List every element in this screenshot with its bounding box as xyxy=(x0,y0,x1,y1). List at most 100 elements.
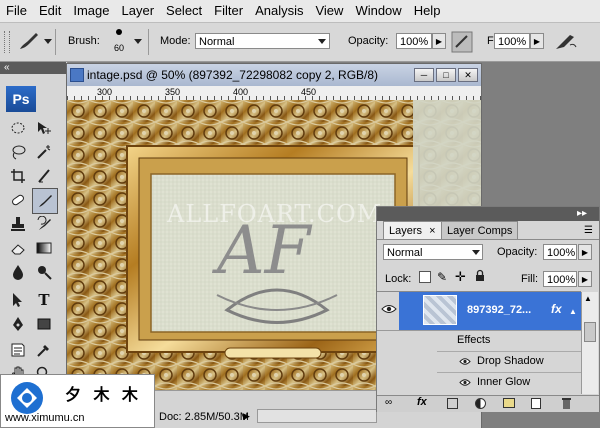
magic-wand-tool-icon[interactable] xyxy=(34,142,54,162)
lasso-tool-icon[interactable] xyxy=(8,142,28,162)
dodge-tool-icon[interactable] xyxy=(34,262,54,282)
brush-picker-dropdown-icon[interactable] xyxy=(134,39,142,44)
mode-value: Normal xyxy=(199,36,235,48)
opacity-input[interactable]: 100% xyxy=(396,33,432,49)
collapse-icon[interactable]: « xyxy=(4,62,10,73)
menu-file[interactable]: File xyxy=(0,0,33,22)
effect-item[interactable]: Inner Glow xyxy=(437,373,581,393)
flow-input[interactable]: 100% xyxy=(494,33,530,49)
menu-image[interactable]: Image xyxy=(67,0,115,22)
history-brush-tool-icon[interactable] xyxy=(34,214,54,234)
photoshop-logo[interactable]: Ps xyxy=(6,86,36,112)
brush-tool-icon[interactable] xyxy=(32,188,58,214)
scroll-up-icon[interactable]: ▲ xyxy=(584,294,592,303)
brush-tip-icon[interactable] xyxy=(116,29,122,35)
brush-preset-icon[interactable] xyxy=(16,29,42,53)
lock-pixels-icon[interactable]: ✎ xyxy=(437,270,447,284)
menu-window[interactable]: Window xyxy=(349,0,407,22)
menu-layer[interactable]: Layer xyxy=(116,0,161,22)
healing-brush-tool-icon[interactable] xyxy=(8,190,28,210)
options-grip[interactable] xyxy=(4,31,10,53)
layers-bottom-toolbar: ∞ fx xyxy=(377,395,599,412)
effect-drop-shadow[interactable]: Drop Shadow xyxy=(477,355,544,367)
effect-inner-glow[interactable]: Inner Glow xyxy=(477,376,530,388)
link-layers-icon[interactable]: ∞ xyxy=(385,397,392,408)
scrollbar-thumb[interactable] xyxy=(584,322,596,342)
minimize-button[interactable]: ─ xyxy=(414,68,434,82)
menu-filter[interactable]: Filter xyxy=(208,0,249,22)
effects-collapse-icon[interactable]: ▲ xyxy=(569,307,577,316)
menu-help[interactable]: Help xyxy=(408,0,447,22)
add-layer-style-icon[interactable]: fx xyxy=(417,396,427,408)
delete-layer-icon[interactable] xyxy=(561,397,572,413)
ps-logo-text: Ps xyxy=(12,91,30,107)
menu-view[interactable]: View xyxy=(309,0,349,22)
menu-bar: File Edit Image Layer Select Filter Anal… xyxy=(0,0,600,23)
adjustment-layer-icon[interactable] xyxy=(475,398,486,409)
tab-close-icon[interactable]: × xyxy=(429,225,435,237)
layer-opacity-input[interactable]: 100% xyxy=(543,244,577,260)
mode-label: Mode: xyxy=(160,35,191,47)
tab-layer-comps[interactable]: Layer Comps xyxy=(441,221,519,239)
layers-scrollbar[interactable]: ▲ xyxy=(581,292,598,394)
selected-layer-highlight[interactable]: 897392_72... fx ▲ xyxy=(399,292,581,330)
lock-all-icon[interactable] xyxy=(475,269,485,285)
lock-transparency-icon[interactable] xyxy=(419,271,431,283)
tablet-pressure-icon[interactable] xyxy=(449,29,475,55)
horizontal-ruler[interactable]: 300 350 400 450 xyxy=(67,86,481,101)
horizontal-scrollbar[interactable] xyxy=(257,409,377,423)
tools-collapse-bar[interactable]: « xyxy=(0,62,66,74)
notes-tool-icon[interactable] xyxy=(8,340,28,360)
new-group-icon[interactable] xyxy=(503,398,515,408)
brand-url[interactable]: www.ximumu.cn xyxy=(5,412,84,424)
fill-input[interactable]: 100% xyxy=(543,271,577,287)
gradient-tool-icon[interactable] xyxy=(34,238,54,258)
path-selection-tool-icon[interactable] xyxy=(8,290,28,310)
fill-slider-button[interactable]: ▶ xyxy=(578,271,592,287)
move-tool-icon[interactable] xyxy=(34,118,54,138)
layer-row[interactable]: 897392_72... fx ▲ xyxy=(377,292,581,330)
fill-value: 100% xyxy=(547,274,576,286)
document-titlebar[interactable]: intage.psd @ 50% (897392_72298082 copy 2… xyxy=(67,64,481,86)
panel-expand-icon[interactable]: ▸▸ xyxy=(577,207,587,221)
type-tool-icon[interactable]: T xyxy=(34,290,54,310)
eyedropper-tool-icon[interactable] xyxy=(34,340,54,360)
layer-name[interactable]: 897392_72... xyxy=(467,304,531,316)
crop-tool-icon[interactable] xyxy=(8,166,28,186)
layer-effects-icon[interactable]: fx xyxy=(551,302,562,316)
clone-stamp-tool-icon[interactable] xyxy=(8,214,28,234)
effect-visibility-eye-icon[interactable] xyxy=(459,378,471,390)
tab-layers[interactable]: Layers × xyxy=(383,221,442,239)
close-button[interactable]: ✕ xyxy=(458,68,478,82)
rectangle-tool-icon[interactable] xyxy=(34,314,54,334)
divider xyxy=(55,29,56,55)
layer-thumbnail[interactable] xyxy=(423,295,457,325)
maximize-button[interactable]: □ xyxy=(436,68,456,82)
effect-item[interactable]: Drop Shadow xyxy=(437,352,581,372)
add-mask-icon[interactable] xyxy=(447,398,458,409)
eye-icon[interactable] xyxy=(381,303,397,318)
panel-menu-icon[interactable]: ☰ xyxy=(584,225,593,236)
status-menu-arrow-icon[interactable]: ▶ xyxy=(243,411,250,422)
blend-mode-select[interactable]: Normal xyxy=(383,244,483,260)
eraser-tool-icon[interactable] xyxy=(8,238,28,258)
slice-tool-icon[interactable] xyxy=(34,166,54,186)
menu-edit[interactable]: Edit xyxy=(33,0,67,22)
menu-select[interactable]: Select xyxy=(160,0,208,22)
effect-visibility-eye-icon[interactable] xyxy=(459,357,471,369)
flow-slider-button[interactable]: ▶ xyxy=(530,33,544,49)
marquee-tool-icon[interactable] xyxy=(8,118,28,138)
layer-opacity-slider-button[interactable]: ▶ xyxy=(578,244,592,260)
layer-opacity-value: 100% xyxy=(547,247,576,259)
brush-preset-dropdown-icon[interactable] xyxy=(44,39,52,44)
effects-row[interactable]: Effects xyxy=(437,331,581,351)
new-layer-icon[interactable] xyxy=(531,398,541,409)
opacity-slider-button[interactable]: ▶ xyxy=(432,33,446,49)
mode-select[interactable]: Normal xyxy=(195,33,330,49)
lock-position-icon[interactable]: ✛ xyxy=(455,269,466,285)
pen-tool-icon[interactable] xyxy=(8,314,28,334)
airbrush-icon[interactable] xyxy=(552,29,580,55)
panel-header-bar[interactable]: ▸▸ xyxy=(377,207,599,221)
menu-analysis[interactable]: Analysis xyxy=(249,0,309,22)
blur-tool-icon[interactable] xyxy=(8,262,28,282)
